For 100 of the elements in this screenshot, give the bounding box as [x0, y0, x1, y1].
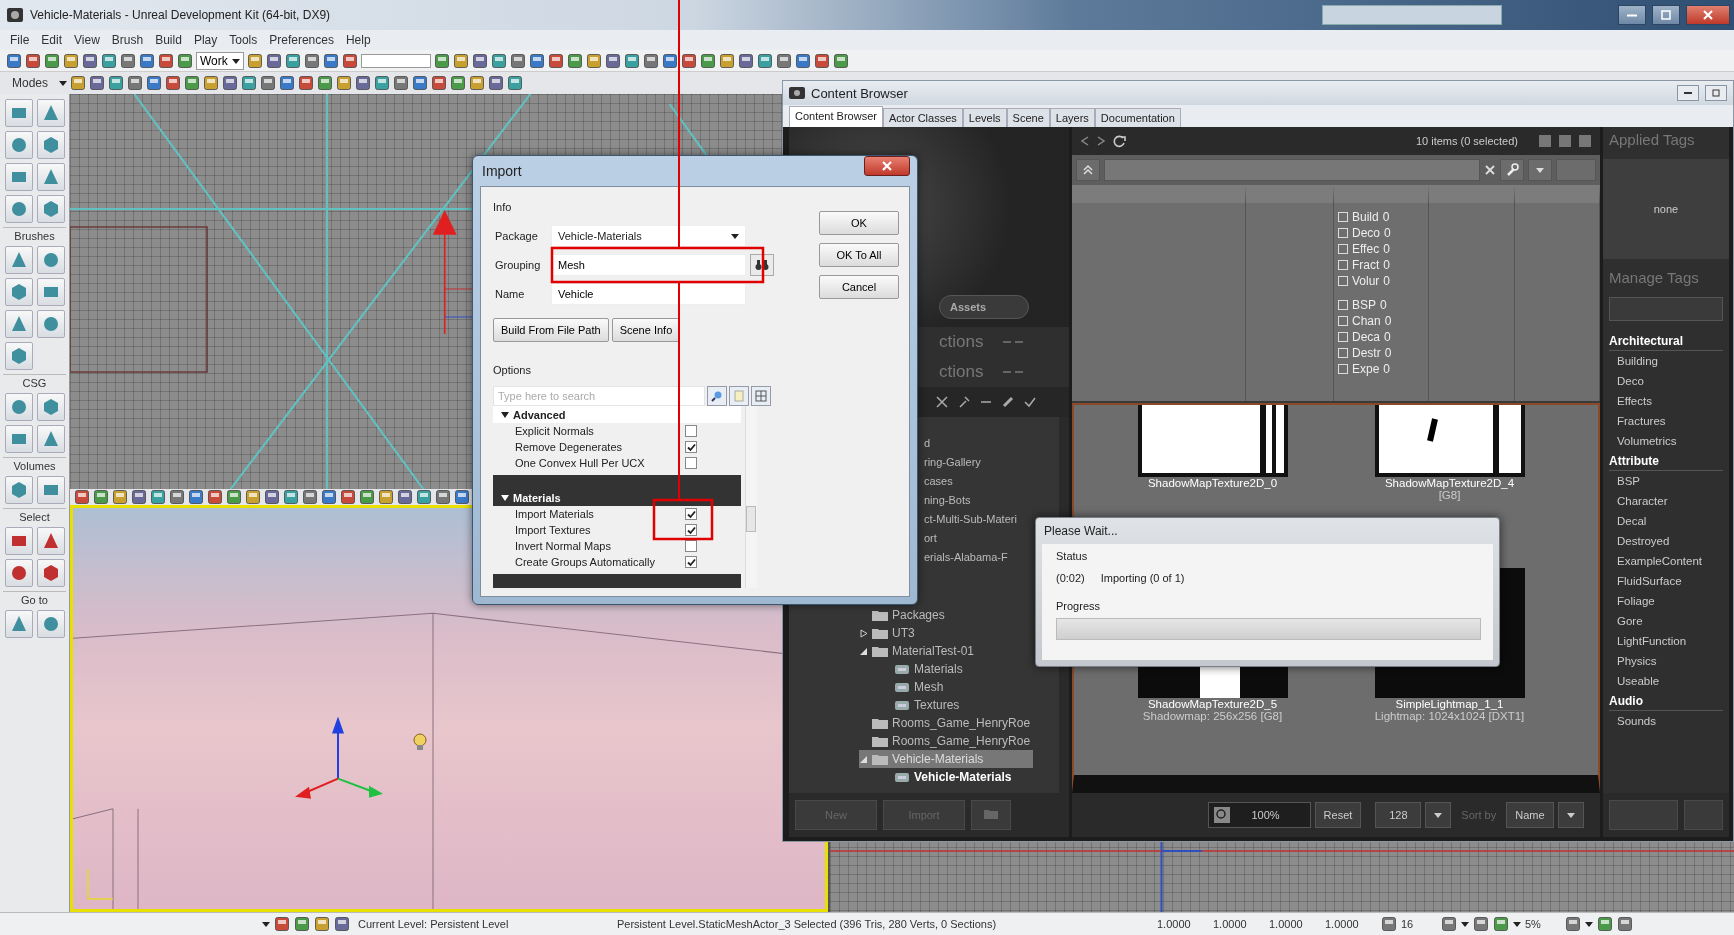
tool-button[interactable] [36, 476, 65, 504]
dropdown-field[interactable]: Vehicle-Materials [551, 224, 746, 247]
expand-arrow-icon[interactable] [859, 646, 868, 656]
clear-icon[interactable] [1484, 164, 1496, 176]
toolbar-icon[interactable] [6, 52, 22, 69]
toolbar-icon[interactable] [264, 489, 280, 505]
expand-arrow-icon[interactable] [501, 493, 509, 502]
tool-icon[interactable] [935, 395, 949, 409]
toolbar-icon[interactable] [101, 52, 117, 69]
tool-icon[interactable] [1023, 395, 1037, 409]
toolbar-icon[interactable] [680, 52, 697, 69]
transform-gizmo[interactable] [295, 716, 383, 799]
toolbar-icon[interactable] [454, 489, 470, 505]
menu-item[interactable]: Build [149, 33, 188, 47]
checkbox[interactable] [685, 524, 697, 536]
toolbar-icon[interactable] [44, 52, 60, 69]
tool-button[interactable] [4, 163, 33, 191]
tool-button[interactable] [36, 99, 65, 127]
tag-item[interactable]: Volumetrics [1609, 431, 1723, 451]
toolbar-icon[interactable] [245, 489, 261, 505]
tab[interactable]: Levels [962, 108, 1007, 127]
toolbar-icon[interactable] [416, 489, 432, 505]
toolbar-icon[interactable] [294, 916, 310, 932]
toolbar-icon[interactable] [127, 75, 143, 91]
reset-button[interactable]: Reset [1314, 802, 1362, 828]
tag-item[interactable]: Deco [1609, 371, 1723, 391]
menu-item[interactable]: Preferences [263, 33, 340, 47]
minimize-button[interactable] [1618, 5, 1646, 25]
toolbar-icon[interactable] [74, 489, 90, 505]
menu-item[interactable]: Edit [35, 33, 69, 47]
text-field[interactable]: Vehicle [551, 282, 746, 305]
tool-button[interactable] [4, 246, 33, 274]
toolbar-icon[interactable] [431, 75, 447, 91]
toolbar-icon[interactable] [341, 52, 358, 69]
checkbox[interactable] [685, 425, 697, 437]
toolbar-icon[interactable] [303, 52, 320, 69]
tool-icon[interactable] [1001, 395, 1015, 409]
toolbar-icon[interactable] [25, 52, 41, 69]
checkbox[interactable] [685, 508, 697, 520]
toolbar-icon[interactable] [177, 52, 193, 69]
tree-item[interactable]: Textures [859, 696, 1033, 714]
tree-item[interactable]: ort [924, 528, 1033, 547]
toolbar-icon[interactable] [355, 75, 371, 91]
toolbar-icon[interactable] [1441, 916, 1457, 932]
tree-item[interactable]: cases [924, 471, 1033, 490]
tree-item[interactable]: Packages [859, 606, 1033, 624]
tool-button[interactable] [4, 610, 33, 638]
tool-button[interactable] [4, 131, 33, 159]
texture-thumbnail[interactable] [1137, 405, 1288, 477]
close-button[interactable] [1686, 5, 1730, 25]
toolbar-icon[interactable] [585, 52, 602, 69]
dialog-button[interactable]: Cancel [819, 275, 899, 299]
tag-item[interactable]: Sounds [1609, 711, 1723, 731]
tree-item[interactable]: MaterialTest-01 [859, 642, 1033, 660]
toolbar-icon[interactable] [1381, 916, 1397, 932]
toolbar-icon[interactable] [63, 52, 79, 69]
checkbox[interactable] [685, 556, 697, 568]
toolbar-icon[interactable] [737, 52, 754, 69]
toolbar-icon[interactable] [283, 489, 299, 505]
tool-button[interactable] [36, 278, 65, 306]
refresh-icon[interactable] [1112, 134, 1128, 148]
toolbar-icon[interactable] [274, 916, 290, 932]
minimize-button[interactable] [1677, 85, 1699, 101]
tool-button[interactable] [36, 610, 65, 638]
expand-arrow-icon[interactable] [501, 410, 509, 419]
sort-dropdown[interactable]: Name [1506, 802, 1554, 828]
toolbar-icon[interactable] [642, 52, 659, 69]
toolbar-icon[interactable] [566, 52, 583, 69]
tree-item[interactable]: Materials [859, 660, 1033, 678]
tool-button[interactable] [4, 425, 33, 453]
tag-item[interactable]: Foliage [1609, 591, 1723, 611]
toolbar-icon[interactable] [471, 52, 488, 69]
toolbar-icon[interactable] [165, 75, 181, 91]
tag-item[interactable]: Character [1609, 491, 1723, 511]
toolbar-icon[interactable] [1597, 916, 1613, 932]
dialog-button[interactable]: Build From File Path [493, 318, 609, 342]
menu-item[interactable]: Brush [105, 33, 150, 47]
tree-item[interactable]: ct-Multi-Sub-Materi [924, 509, 1033, 528]
toolbar-icon[interactable] [139, 52, 155, 69]
tool-button[interactable] [36, 559, 65, 587]
browse-button[interactable] [750, 253, 774, 276]
toolbar-icon[interactable] [623, 52, 640, 69]
tree-item[interactable]: Mesh [859, 678, 1033, 696]
toolbar-icon[interactable] [813, 52, 830, 69]
tool-button[interactable] [36, 246, 65, 274]
tool-button[interactable] [4, 278, 33, 306]
toolbar-icon[interactable] [302, 489, 318, 505]
zoom-control[interactable]: 100% [1208, 802, 1311, 828]
tab[interactable]: Content Browser [789, 106, 883, 127]
toolbar-icon[interactable] [146, 75, 162, 91]
menu-item[interactable]: View [68, 33, 106, 47]
toolbar-icon[interactable] [150, 489, 166, 505]
close-button[interactable] [864, 156, 910, 176]
tree-item[interactable]: d [924, 433, 1033, 452]
toolbar-icon[interactable] [452, 52, 469, 69]
toolbar-icon[interactable] [528, 52, 545, 69]
tab[interactable]: Actor Classes [882, 108, 963, 127]
tag-item[interactable]: Physics [1609, 651, 1723, 671]
texture-thumbnail[interactable] [1374, 405, 1525, 477]
toolbar-icon[interactable] [70, 75, 86, 91]
